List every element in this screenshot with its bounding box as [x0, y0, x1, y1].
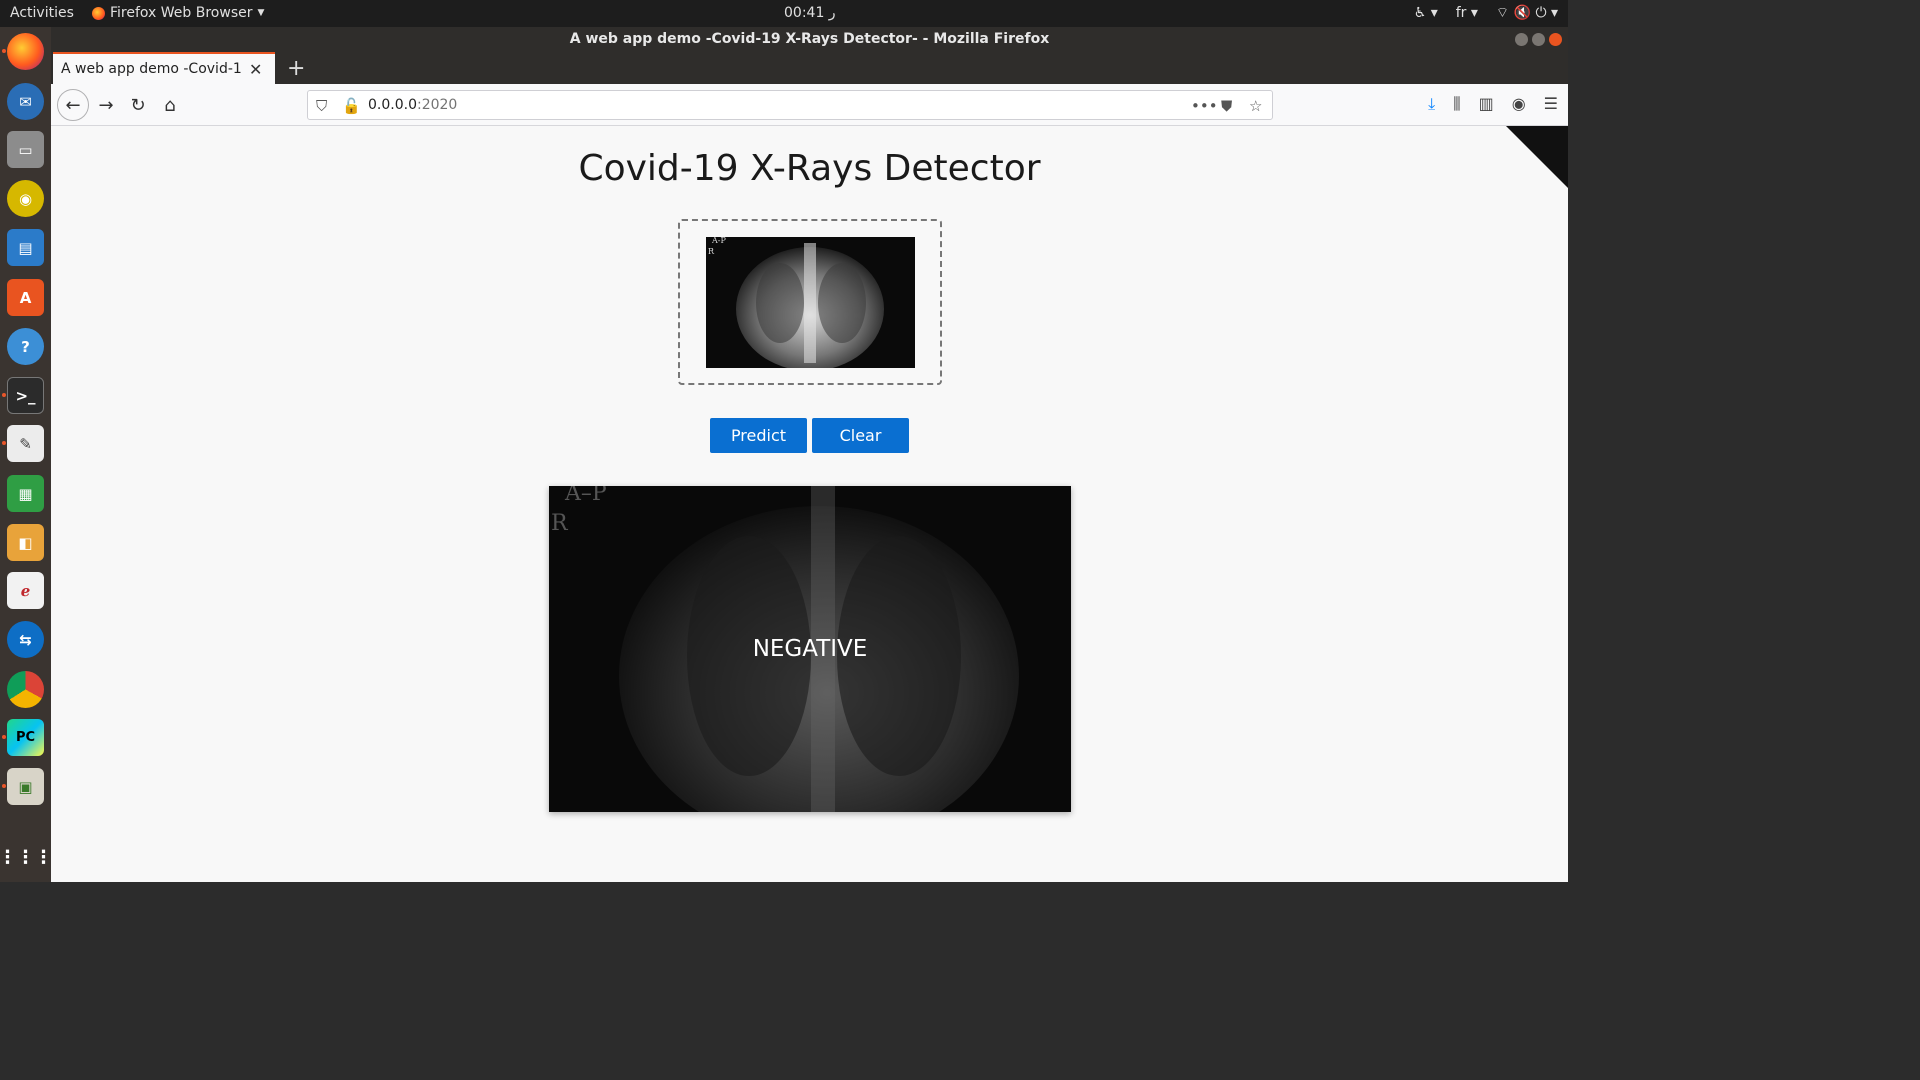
volume-muted-icon: 🔇	[1513, 5, 1531, 21]
bookmark-star-icon[interactable]: ☆	[1249, 97, 1262, 115]
url-host: 0.0.0.0	[368, 97, 417, 113]
show-apps-icon[interactable]: ⋮⋮⋮	[0, 839, 53, 876]
reload-button[interactable]: ↻	[125, 92, 151, 118]
home-button[interactable]: ⌂	[157, 92, 183, 118]
chrome-icon[interactable]	[7, 671, 44, 708]
url-bar[interactable]: ⛉ 🔓 0.0.0.0:2020 ••• ⛊ ☆	[307, 90, 1273, 120]
firefox-small-icon	[92, 6, 105, 20]
downloads-icon[interactable]: ⤓	[1428, 94, 1435, 114]
accessibility-icon[interactable]: ♿ ▾	[1414, 5, 1438, 21]
window-controls	[1515, 33, 1562, 46]
close-window-button[interactable]	[1549, 33, 1562, 46]
rhythmbox-icon[interactable]: ◉	[7, 180, 44, 217]
page-title: Covid-19 X-Rays Detector	[578, 148, 1041, 189]
image-dropzone[interactable]: A-P R	[678, 219, 942, 385]
firefox-icon[interactable]	[7, 33, 44, 70]
language-label: fr	[1455, 5, 1467, 21]
tracking-shield-icon[interactable]: ⛉	[316, 97, 327, 115]
insecure-connection-icon[interactable]: 🔓	[342, 97, 361, 115]
pocket-icon[interactable]: ⛊	[1221, 97, 1232, 115]
image-viewer-icon[interactable]: ▣	[7, 768, 44, 805]
terminal-icon[interactable]: >_	[7, 377, 44, 414]
page-actions-icon[interactable]: •••	[1191, 97, 1218, 115]
clear-button[interactable]: Clear	[812, 418, 909, 453]
result-marker-side: R	[551, 511, 569, 536]
document-viewer-icon[interactable]: ℯ	[7, 572, 44, 609]
power-icon: ⏻	[1535, 5, 1547, 21]
tab-title: A web app demo -Covid-19 X	[61, 61, 241, 77]
files-icon[interactable]: ▭	[7, 131, 44, 168]
toolbar-right: ⤓ ⫼ ▥ ◉ ☰	[1428, 94, 1558, 114]
window-titlebar[interactable]: A web app demo -Covid-19 X-Rays Detector…	[51, 27, 1568, 52]
result-marker-top: A–P	[564, 486, 607, 506]
tab-bar: A web app demo -Covid-19 X ✕ +	[51, 52, 1568, 84]
forward-button[interactable]: →	[93, 92, 119, 118]
calc-icon[interactable]: ▦	[7, 475, 44, 512]
help-icon[interactable]: ?	[7, 328, 44, 365]
system-tray: ♿ ▾ fr ▾ ⌔ 🔇 ⏻ ▾	[1414, 4, 1558, 22]
language-indicator[interactable]: fr ▾	[1456, 5, 1478, 21]
software-icon[interactable]: A	[7, 279, 44, 316]
running-indicator	[2, 784, 6, 788]
text-editor-icon[interactable]: ✎	[7, 425, 44, 462]
system-menu[interactable]: ⌔ 🔇 ⏻ ▾	[1496, 4, 1558, 22]
gnome-top-bar: Activities Firefox Web Browser ▼ 00:41 ر…	[0, 0, 1568, 27]
predict-button[interactable]: Predict	[710, 418, 807, 453]
xray-thumbnail: A-P R	[706, 237, 915, 368]
running-indicator	[2, 393, 6, 397]
sidebar-icon[interactable]: ▥	[1479, 94, 1494, 114]
running-indicator	[2, 735, 6, 739]
activities-button[interactable]: Activities	[10, 5, 74, 21]
app-menu[interactable]: Firefox Web Browser ▼	[92, 5, 264, 21]
navigation-toolbar: ← → ↻ ⌂ ⛉ 🔓 0.0.0.0:2020 ••• ⛊ ☆ ⤓ ⫼ ▥ ◉…	[51, 84, 1568, 126]
library-icon[interactable]: ⫼	[1453, 94, 1460, 114]
account-icon[interactable]: ◉	[1512, 94, 1526, 114]
thumb-marker-side: R	[708, 247, 715, 256]
thunderbird-icon[interactable]: ✉	[7, 83, 44, 120]
pycharm-icon[interactable]: PC	[7, 719, 44, 756]
running-indicator	[2, 49, 6, 53]
app-menu-label: Firefox Web Browser	[110, 5, 253, 21]
writer-icon[interactable]: ▤	[7, 229, 44, 266]
close-tab-icon[interactable]: ✕	[249, 60, 262, 79]
browser-tab[interactable]: A web app demo -Covid-19 X ✕	[53, 52, 275, 84]
new-tab-button[interactable]: +	[287, 56, 305, 81]
back-button[interactable]: ←	[57, 89, 89, 121]
clock[interactable]: 00:41 ر	[784, 5, 836, 21]
url-port: :2020	[416, 97, 458, 113]
prediction-result-label: NEGATIVE	[752, 636, 868, 662]
ubuntu-dock: ✉ ▭ ◉ ▤ A ? >_ ✎ ▦ ◧ ℯ ⇆ PC ▣ ⋮⋮⋮	[0, 27, 53, 882]
caret-down-icon: ▼	[257, 8, 265, 18]
minimize-button[interactable]	[1515, 33, 1528, 46]
hamburger-menu-icon[interactable]: ☰	[1544, 94, 1558, 114]
page-content: Covid-19 X-Rays Detector A-P R Predict C…	[51, 126, 1568, 882]
running-indicator	[2, 441, 6, 445]
teamviewer-icon[interactable]: ⇆	[7, 621, 44, 658]
thumb-marker-top: A-P	[711, 237, 726, 245]
maximize-button[interactable]	[1532, 33, 1545, 46]
wifi-icon: ⌔	[1495, 5, 1510, 21]
impress-icon[interactable]: ◧	[7, 524, 44, 561]
window-title: A web app demo -Covid-19 X-Rays Detector…	[569, 31, 1050, 47]
result-panel: A–P R NEGATIVE	[549, 486, 1071, 812]
